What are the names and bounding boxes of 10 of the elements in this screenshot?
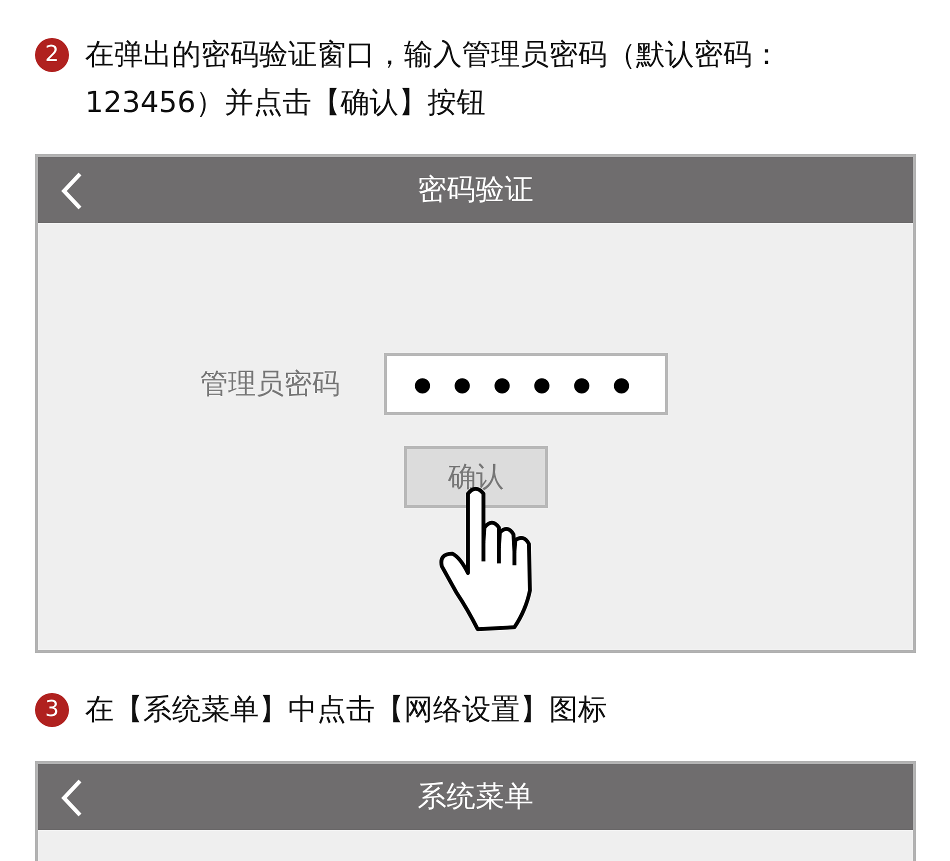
field-label: 管理员密码 xyxy=(200,366,340,402)
password-field[interactable]: ● ● ● ● ● ● xyxy=(384,353,668,415)
screen-title: 系统菜单 xyxy=(418,778,534,815)
step-number: 3 xyxy=(35,693,69,727)
back-icon[interactable] xyxy=(60,778,84,818)
step-instruction: 在【系统菜单】中点击【网络设置】图标 xyxy=(85,691,607,728)
screen-title: 密码验证 xyxy=(418,171,534,208)
step-number: 2 xyxy=(35,38,69,72)
step-instruction: 在弹出的密码验证窗口，输入管理员密码（默认密码：123456）并点击【确认】按钮 xyxy=(85,36,782,121)
back-icon[interactable] xyxy=(60,171,84,211)
